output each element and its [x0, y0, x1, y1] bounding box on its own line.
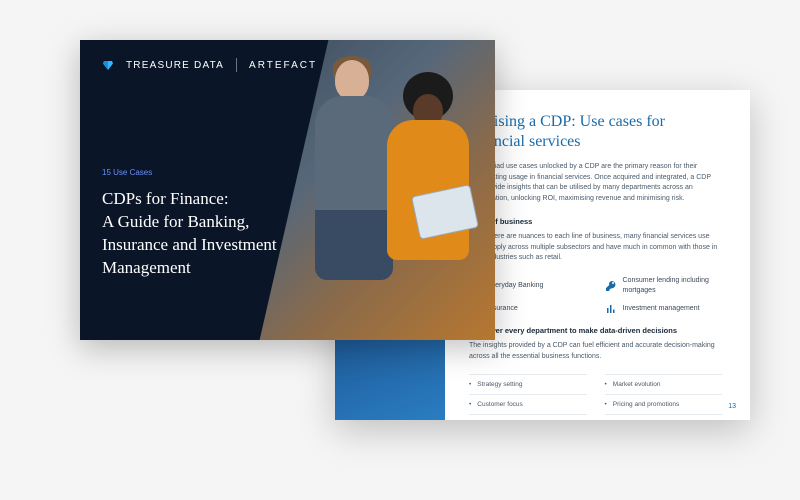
- lob-item-consumer-lending: Consumer lending including mortgages: [605, 276, 723, 297]
- cover-eyebrow: 15 Use Cases: [102, 168, 152, 177]
- key-icon: [605, 280, 617, 292]
- treasure-data-gem-icon: [102, 59, 114, 71]
- table-row: Strategy setting: [469, 374, 587, 394]
- cover-page: TREASURE DATA ARTEFACT 15 Use Cases CDPs…: [80, 40, 495, 340]
- cover-photo-person-2: [385, 80, 475, 280]
- bars-icon: [605, 303, 617, 315]
- lob-item-label: Everyday Banking: [487, 281, 543, 292]
- lob-intro: While there are nuances to each line of …: [469, 232, 722, 264]
- lob-grid: Everyday Banking Consumer lending includ…: [469, 276, 722, 315]
- brand-secondary: ARTEFACT: [249, 60, 317, 71]
- table-row: Pricing and promotions: [605, 394, 723, 414]
- brand-divider: [236, 58, 237, 72]
- table-row: Marketing: [469, 414, 587, 421]
- table-row: Operational effectiveness: [605, 414, 723, 421]
- spread-heading: Utilising a CDP: Use cases for financial…: [469, 112, 722, 152]
- cover-brand-bar: TREASURE DATA ARTEFACT: [102, 58, 317, 72]
- spread-intro: The myriad use cases unlocked by a CDP a…: [469, 162, 722, 204]
- empower-heading: Empower every department to make data-dr…: [469, 325, 722, 336]
- lob-item-label: Investment management: [623, 304, 700, 315]
- table-row: Market evolution: [605, 374, 723, 394]
- lob-item-investment: Investment management: [605, 303, 723, 315]
- cover-photo-person-1: [315, 60, 395, 260]
- empower-intro: The insights provided by a CDP can fuel …: [469, 341, 722, 362]
- lob-heading: Lines of business: [469, 216, 722, 227]
- table-row: Customer focus: [469, 394, 587, 414]
- cover-title: CDPs for Finance:A Guide for Banking, In…: [102, 188, 302, 280]
- functions-table: Strategy setting Customer focus Marketin…: [469, 374, 722, 420]
- page-number: 13: [728, 402, 736, 413]
- lob-item-label: Consumer lending including mortgages: [623, 276, 723, 297]
- brand-primary: TREASURE DATA: [126, 60, 224, 71]
